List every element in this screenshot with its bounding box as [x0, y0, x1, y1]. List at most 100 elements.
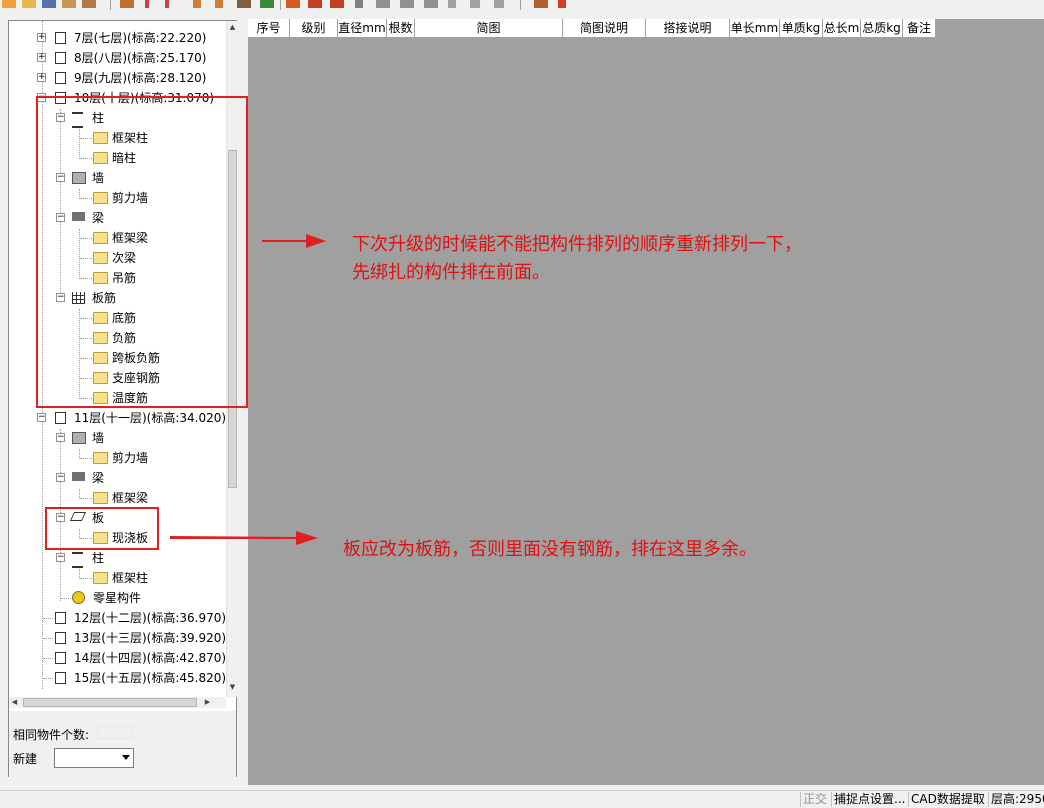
- floor-icon: [55, 652, 66, 664]
- tree-item-label: 框架柱: [112, 571, 149, 585]
- tree-item-label: 框架梁: [112, 491, 149, 505]
- snap-settings-status[interactable]: 捕捉点设置...: [831, 792, 905, 807]
- tree-item-label: 12层(十二层)(标高:36.970): [74, 611, 227, 625]
- down-icon[interactable]: [494, 0, 504, 8]
- paste3-icon[interactable]: [424, 0, 438, 8]
- ortho-status[interactable]: 正交: [800, 792, 827, 807]
- line-icon[interactable]: [145, 0, 149, 8]
- draw-icon[interactable]: [120, 0, 134, 8]
- help-icon[interactable]: [558, 0, 566, 8]
- tree-horizontal-scrollbar[interactable]: ◀ ▶: [9, 697, 226, 708]
- column-icon: [72, 552, 83, 568]
- scroll-right-icon[interactable]: ▶: [202, 697, 213, 708]
- new-label: 新建: [13, 752, 38, 766]
- column-header[interactable]: 单长mm: [730, 19, 780, 38]
- floor-icon: [55, 632, 66, 644]
- line2-icon[interactable]: [165, 0, 169, 8]
- scroll-up-icon[interactable]: ▲: [227, 21, 238, 33]
- copy-icon[interactable]: [308, 0, 322, 8]
- annotation-arrow: [170, 531, 318, 545]
- edit2-icon[interactable]: [82, 0, 96, 8]
- annotation-text: 下次升级的时候能不能把构件排列的顺序重新排列一下，: [352, 234, 802, 255]
- stack-icon[interactable]: [286, 0, 300, 8]
- floor-icon: [55, 32, 66, 44]
- expand-icon[interactable]: +: [37, 73, 46, 82]
- column-header[interactable]: 简图说明: [563, 19, 646, 38]
- tree-guide-line: [80, 578, 92, 579]
- cut-icon[interactable]: [355, 0, 363, 8]
- tree-item-label: 9层(九层)(标高:28.120): [74, 71, 207, 85]
- wall-icon: [72, 432, 86, 444]
- pen2-icon[interactable]: [215, 0, 223, 8]
- column-header[interactable]: 单质kg: [780, 19, 823, 38]
- toolbar: [0, 0, 1044, 12]
- floor-icon: [55, 412, 66, 424]
- collapse-icon[interactable]: −: [37, 413, 46, 422]
- scroll-left-icon[interactable]: ◀: [9, 697, 20, 708]
- expand-icon[interactable]: +: [37, 53, 46, 62]
- toolbar-separator: [110, 0, 111, 10]
- tree-guide-line: [43, 678, 53, 679]
- beam-icon: [72, 472, 85, 481]
- cad-extract-status[interactable]: CAD数据提取: [908, 792, 985, 807]
- scrollbar-thumb[interactable]: [23, 698, 197, 707]
- gear-icon: [72, 591, 85, 604]
- copy2-icon[interactable]: [330, 0, 344, 8]
- tree-guide-line: [80, 458, 92, 459]
- column-header[interactable]: 级别: [290, 19, 338, 38]
- tree-item-label: 剪力墙: [112, 451, 149, 465]
- tree-guide-line: [80, 498, 92, 499]
- expand-icon[interactable]: +: [37, 33, 46, 42]
- toolbar-separator: [520, 0, 521, 10]
- tree-guide-line: [43, 618, 53, 619]
- new-icon[interactable]: [2, 0, 16, 8]
- rebar-table-area: 序号 级别 直径mm 根数 简图 简图说明 搭接说明 单长mm 单质kg 总长m…: [248, 19, 1044, 785]
- filter-icon[interactable]: [237, 0, 251, 8]
- new-dropdown[interactable]: [54, 748, 134, 768]
- open-icon[interactable]: [22, 0, 36, 8]
- tree-guide-line: [43, 658, 53, 659]
- save-icon[interactable]: [42, 0, 56, 8]
- column-header[interactable]: 根数: [387, 19, 415, 38]
- pen-icon[interactable]: [193, 0, 201, 8]
- tree-item-label: 13层(十三层)(标高:39.920): [74, 631, 227, 645]
- refresh-icon[interactable]: [260, 0, 274, 8]
- tree-bottom-panel: 相同物件个数: 新建: [9, 711, 236, 777]
- table-header: 序号 级别 直径mm 根数 简图 简图说明 搭接说明 单长mm 单质kg 总长m…: [248, 19, 936, 38]
- collapse-icon[interactable]: −: [56, 433, 65, 442]
- tree-item-label: 墙: [92, 431, 105, 445]
- column-header[interactable]: 总长m: [823, 19, 861, 38]
- floor-height-status: 层高:2950: [988, 792, 1044, 807]
- column-header[interactable]: 备注: [903, 19, 936, 38]
- column-header[interactable]: 直径mm: [338, 19, 387, 38]
- status-bar: 正交 捕捉点设置... CAD数据提取 层高:2950: [0, 790, 1044, 808]
- tree-item-label: 7层(七层)(标高:22.220): [74, 31, 207, 45]
- annotation-box-floor10: [36, 96, 248, 408]
- scroll-down-icon[interactable]: ▼: [227, 681, 238, 693]
- folder-icon: [93, 572, 108, 584]
- collapse-icon[interactable]: −: [56, 473, 65, 482]
- calc-icon[interactable]: [534, 0, 548, 8]
- up-icon[interactable]: [470, 0, 480, 8]
- column-header[interactable]: 简图: [415, 19, 563, 38]
- floor-icon: [55, 612, 66, 624]
- floor-icon: [55, 672, 66, 684]
- toolbar-separator: [280, 0, 281, 10]
- collapse-icon[interactable]: −: [56, 553, 65, 562]
- column-header[interactable]: 总质kg: [861, 19, 903, 38]
- column-header[interactable]: 搭接说明: [646, 19, 730, 38]
- tree-item-label: 15层(十五层)(标高:45.820): [74, 671, 227, 685]
- edit-icon[interactable]: [62, 0, 76, 8]
- floor-icon: [55, 52, 66, 64]
- paste2-icon[interactable]: [400, 0, 414, 8]
- paste-icon[interactable]: [376, 0, 390, 8]
- annotation-text: 先绑扎的构件排在前面。: [352, 262, 550, 283]
- tree-item-label: 柱: [92, 551, 105, 565]
- same-count-label: 相同物件个数:: [13, 728, 90, 742]
- tree-item-label: 梁: [92, 471, 105, 485]
- annotation-arrow: [262, 234, 326, 248]
- same-count-value: [97, 726, 133, 739]
- column-header[interactable]: 序号: [248, 19, 290, 38]
- annotation-box-slab: [45, 507, 159, 550]
- delete-icon[interactable]: [448, 0, 456, 8]
